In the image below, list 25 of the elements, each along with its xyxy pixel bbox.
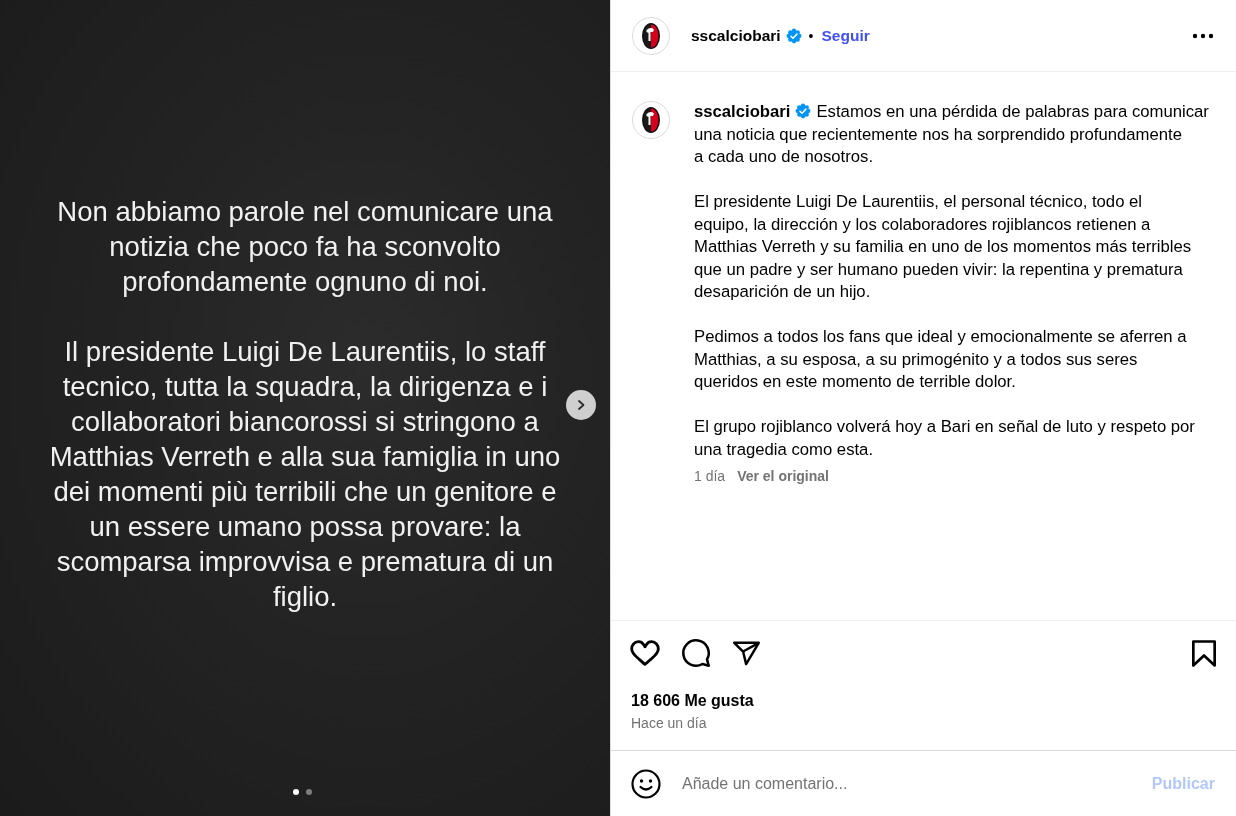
separator-dot: • <box>808 27 814 44</box>
username-link[interactable]: sscalciobari <box>694 102 791 121</box>
speech-bubble-icon[interactable] <box>682 639 710 667</box>
more-options-icon[interactable] <box>1192 32 1214 39</box>
caption-text: El grupo rojiblanco volverá hoy a Bari en señal de luto y respeto por una tragedia como esta. <box>694 416 1196 461</box>
post-time: 1 día <box>694 467 726 486</box>
crest-avatar[interactable] <box>632 16 670 55</box>
image-text: Non abbiamo parole nel comunicare una notizia che poco fa ha sconvolto profondamente ognuno di noi. <box>57 195 553 299</box>
crest-avatar[interactable] <box>632 101 670 139</box>
caption-text: sscalciobari Estamos en una pérdida de palabras para comunicar una noticia que recientemente nos ha sorprendido profundamente a cada uno de nosotros. <box>694 101 1210 168</box>
post-date: Hace un día <box>631 715 708 731</box>
likes-count[interactable]: 18 606 Me gusta <box>631 692 1216 710</box>
comment-input[interactable]: Añade un comentario... <box>682 768 1152 799</box>
next-button[interactable] <box>566 390 596 420</box>
image-text: Il presidente Luigi De Laurentiis, lo staff tecnico, tutta la squadra, la dirigenza e i collaboratori biancorossi si stringono a Matthias Verreth e alla sua famiglia in uno dei momenti più terribili che un genitore e un essere umano possa provare: la scomparsa improvvisa e prematura di un figlio. <box>49 335 561 614</box>
follow-button[interactable]: Seguir <box>821 26 870 45</box>
bookmark-icon[interactable] <box>1192 639 1216 667</box>
heart-icon[interactable] <box>631 639 659 667</box>
caption-text: El presidente Luigi De Laurentiis, el personal técnico, todo el equipo, la dirección y los colaboradores rojiblancos retienen a Matthias Verreth y su familia en uno de los momentos más terribles que un padre y ser humano pueden vivir: la repentina y prematura desaparición de un hijo. <box>694 191 1193 303</box>
paper-plane-icon[interactable] <box>733 639 760 667</box>
see-original-link[interactable]: Ver el original <box>737 468 829 485</box>
username-link[interactable]: sscalciobari <box>691 26 781 45</box>
smiley-icon[interactable] <box>631 768 661 799</box>
chevron-right-icon <box>575 399 587 411</box>
caption-text: Pedimos a todos los fans que ideal y emocionalmente se aferren a Matthias, a su esposa, a su primogénito y a todos sus seres queridos en este momento de terrible dolor. <box>694 326 1188 393</box>
